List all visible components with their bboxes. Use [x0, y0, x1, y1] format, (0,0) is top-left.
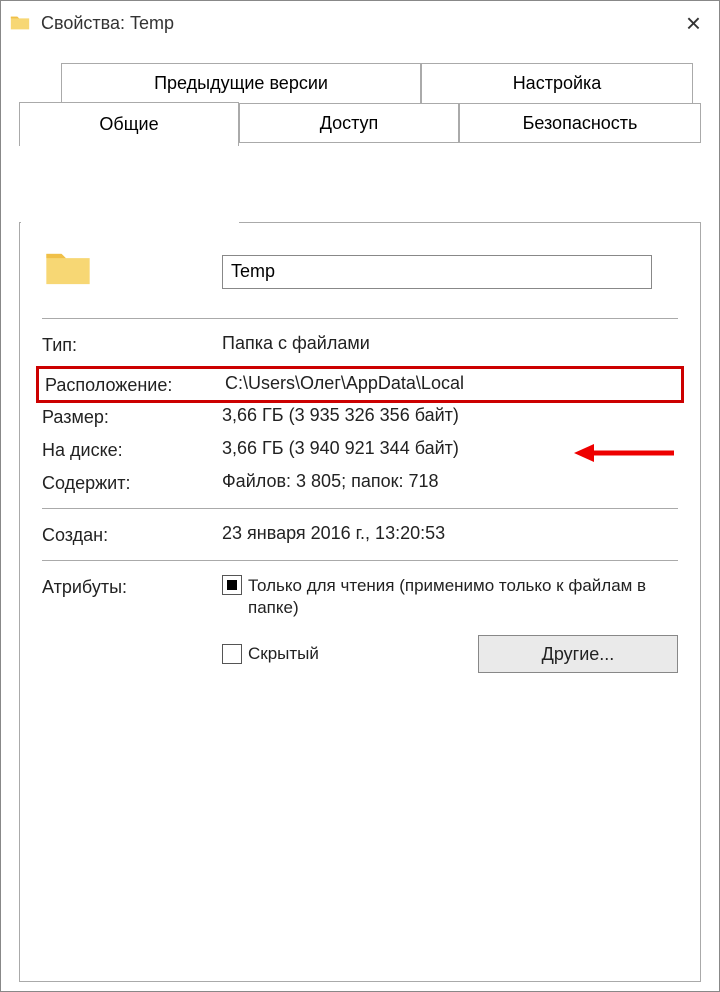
type-value: Папка с файлами: [222, 333, 678, 354]
arrow-annotation-icon: [574, 440, 674, 466]
location-value: C:\Users\Олег\AppData\Local: [225, 373, 675, 394]
size-value: 3,66 ГБ (3 935 326 356 байт): [222, 405, 678, 426]
location-row-highlight: Расположение: C:\Users\Олег\AppData\Loca…: [36, 366, 684, 403]
hidden-checkbox[interactable]: [222, 644, 242, 664]
location-label: Расположение:: [45, 373, 225, 396]
attributes-label: Атрибуты:: [42, 575, 222, 598]
contains-label: Содержит:: [42, 471, 222, 494]
folder-large-icon: [42, 243, 94, 295]
close-icon[interactable]: ×: [676, 8, 711, 39]
folder-name-input[interactable]: [222, 255, 652, 289]
size-label: Размер:: [42, 405, 222, 428]
tab-general[interactable]: Общие: [19, 102, 239, 146]
properties-dialog: Свойства: Temp × Предыдущие версии Настр…: [0, 0, 720, 992]
advanced-button[interactable]: Другие...: [478, 635, 678, 673]
tab-strip: Предыдущие версии Настройка Общие Доступ…: [19, 63, 701, 143]
readonly-label: Только для чтения (применимо только к фа…: [248, 575, 648, 619]
ondisk-label: На диске:: [42, 438, 222, 461]
created-value: 23 января 2016 г., 13:20:53: [222, 523, 678, 544]
divider: [42, 508, 678, 509]
folder-icon: [9, 12, 31, 34]
divider: [42, 318, 678, 319]
readonly-checkbox[interactable]: [222, 575, 242, 595]
tab-security[interactable]: Безопасность: [459, 103, 701, 143]
tab-customize[interactable]: Настройка: [421, 63, 693, 103]
tab-previous-versions[interactable]: Предыдущие версии: [61, 63, 421, 103]
divider: [42, 560, 678, 561]
created-label: Создан:: [42, 523, 222, 546]
type-label: Тип:: [42, 333, 222, 356]
tab-panel-general: Тип: Папка с файлами Расположение: C:\Us…: [19, 222, 701, 982]
tab-sharing[interactable]: Доступ: [239, 103, 459, 143]
titlebar: Свойства: Temp ×: [1, 1, 719, 45]
hidden-label: Скрытый: [248, 643, 319, 665]
contains-value: Файлов: 3 805; папок: 718: [222, 471, 678, 492]
window-title: Свойства: Temp: [41, 13, 676, 34]
